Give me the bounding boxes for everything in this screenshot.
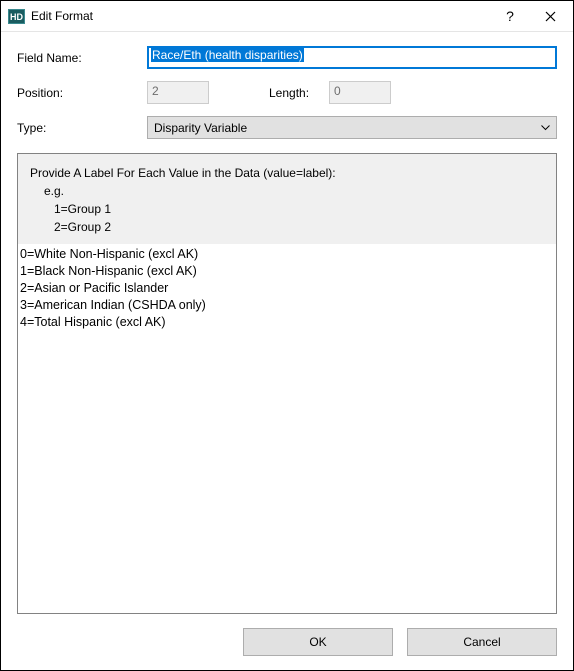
svg-text:?: ? [506, 9, 514, 23]
app-icon: HD [7, 8, 25, 24]
panel-header: Provide A Label For Each Value in the Da… [18, 154, 556, 244]
window-title: Edit Format [31, 9, 492, 23]
svg-text:HD: HD [10, 12, 23, 22]
type-dropdown[interactable]: Disparity Variable [147, 116, 557, 139]
labels-textarea[interactable]: 0=White Non-Hispanic (excl AK) 1=Black N… [18, 244, 556, 613]
close-button[interactable] [528, 1, 573, 31]
title-bar: HD Edit Format ? [1, 1, 573, 32]
field-name-value: Race/Eth (health disparities) [151, 48, 304, 62]
position-length-row: Position: 2 Length: 0 [17, 81, 557, 104]
chevron-down-icon [541, 125, 550, 131]
type-row: Type: Disparity Variable [17, 116, 557, 139]
panel-header-line1: Provide A Label For Each Value in the Da… [30, 164, 544, 182]
cancel-button[interactable]: Cancel [407, 628, 557, 656]
type-value: Disparity Variable [154, 121, 247, 135]
position-input: 2 [147, 81, 209, 104]
field-name-row: Field Name: Race/Eth (health disparities… [17, 46, 557, 69]
window-controls: ? [492, 1, 573, 31]
button-row: OK Cancel [17, 628, 557, 656]
panel-header-g1: 1=Group 1 [30, 200, 544, 218]
length-input: 0 [329, 81, 391, 104]
field-name-label: Field Name: [17, 51, 147, 65]
client-area: Field Name: Race/Eth (health disparities… [1, 32, 573, 670]
position-label: Position: [17, 86, 147, 100]
length-value: 0 [334, 84, 341, 98]
panel-header-g2: 2=Group 2 [30, 218, 544, 236]
position-value: 2 [152, 84, 159, 98]
help-button[interactable]: ? [492, 1, 528, 31]
field-name-input[interactable]: Race/Eth (health disparities) [147, 46, 557, 69]
type-label: Type: [17, 121, 147, 135]
panel-header-eg: e.g. [30, 182, 544, 200]
length-label: Length: [269, 86, 329, 100]
ok-button[interactable]: OK [243, 628, 393, 656]
labels-panel: Provide A Label For Each Value in the Da… [17, 153, 557, 614]
